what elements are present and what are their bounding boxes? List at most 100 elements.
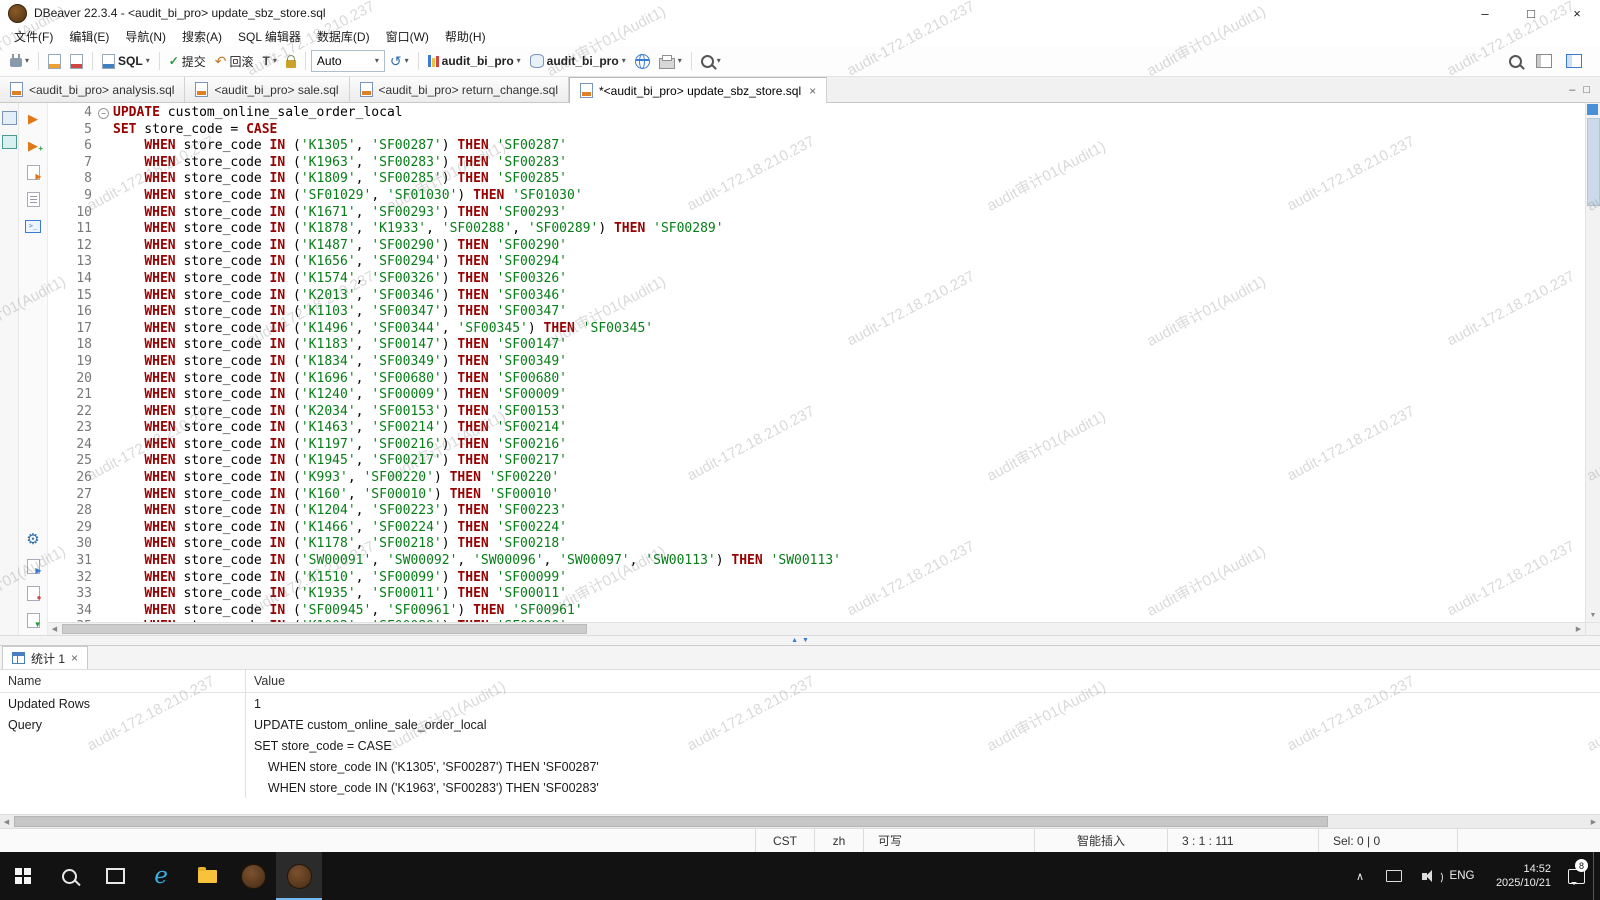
menu-item[interactable]: 编辑(E) xyxy=(61,26,117,46)
rollback-button[interactable]: ↶ 回滚 xyxy=(211,49,258,73)
taskbar-dbeaver-button[interactable] xyxy=(230,852,276,900)
show-desktop-button[interactable] xyxy=(1593,852,1600,900)
new-connection-button[interactable]: ▾ xyxy=(6,49,33,73)
code-line[interactable]: 27 WHEN store_code IN ('K160', 'SF00010'… xyxy=(48,487,1585,504)
transaction-log-button[interactable]: ↺ ▾ xyxy=(386,49,413,73)
taskbar-search-button[interactable] xyxy=(46,852,92,900)
tray-volume-button[interactable] xyxy=(1411,852,1445,900)
code-line[interactable]: 15 WHEN store_code IN ('K2013', 'SF00346… xyxy=(48,288,1585,305)
code-area[interactable]: 4−UPDATE custom_online_sale_order_local5… xyxy=(48,103,1585,622)
code-line[interactable]: 31 WHEN store_code IN ('SW00091', 'SW000… xyxy=(48,553,1585,570)
sash-collapse-down-icon[interactable]: ▼ xyxy=(802,637,809,644)
code-line[interactable]: 24 WHEN store_code IN ('K1197', 'SF00216… xyxy=(48,437,1585,454)
transaction-mode-button[interactable]: T ▾ xyxy=(259,49,281,73)
save-script-button[interactable]: ● xyxy=(23,584,43,602)
network-profile-button[interactable] xyxy=(631,49,654,73)
code-line[interactable]: 19 WHEN store_code IN ('K1834', 'SF00349… xyxy=(48,354,1585,371)
export-result-button[interactable]: ▶ xyxy=(23,557,43,575)
stats-row[interactable]: WHEN store_code IN ('K1963', 'SF00283') … xyxy=(0,777,1600,798)
sql-terminal-button[interactable]: >_ xyxy=(23,217,43,235)
print-button[interactable]: ▾ xyxy=(655,49,686,73)
scroll-right-icon[interactable]: ▶ xyxy=(1572,623,1585,635)
editor-tab[interactable]: <audit_bi_pro> sale.sql xyxy=(185,77,349,102)
code-line[interactable]: 28 WHEN store_code IN ('K1204', 'SF00223… xyxy=(48,503,1585,520)
scroll-right-icon[interactable]: ▶ xyxy=(1587,815,1600,828)
stats-row[interactable]: QueryUPDATE custom_online_sale_order_loc… xyxy=(0,714,1600,735)
read-only-toggle-button[interactable] xyxy=(282,49,300,73)
taskbar-dbeaver-active-button[interactable] xyxy=(276,852,322,900)
menu-item[interactable]: 导航(N) xyxy=(117,26,174,46)
projects-view-icon[interactable] xyxy=(2,135,17,149)
open-sql-script-button[interactable] xyxy=(44,49,65,73)
stats-row[interactable]: SET store_code = CASE xyxy=(0,735,1600,756)
schema-selector[interactable]: audit_bi_pro ▾ xyxy=(526,49,630,73)
code-line[interactable]: 29 WHEN store_code IN ('K1466', 'SF00224… xyxy=(48,520,1585,537)
code-line[interactable]: 5SET store_code = CASE xyxy=(48,122,1585,139)
connection-selector[interactable]: audit_bi_pro ▾ xyxy=(424,49,525,73)
view-maximize-icon[interactable]: □ xyxy=(1583,84,1590,96)
tray-display-button[interactable] xyxy=(1377,852,1411,900)
scroll-down-icon[interactable]: ▼ xyxy=(1586,609,1600,622)
taskbar-clock[interactable]: 14:52 2025/10/21 xyxy=(1479,852,1559,900)
maximize-button[interactable]: □ xyxy=(1508,0,1554,26)
code-line[interactable]: 20 WHEN store_code IN ('K1696', 'SF00680… xyxy=(48,371,1585,388)
panel-scrollbar-thumb[interactable] xyxy=(14,816,1328,827)
task-view-button[interactable] xyxy=(92,852,138,900)
menu-item[interactable]: 数据库(D) xyxy=(309,26,378,46)
execute-script-button[interactable]: ▶ xyxy=(23,163,43,181)
execute-statement-button[interactable]: ▶ xyxy=(23,109,43,127)
menu-item[interactable]: 帮助(H) xyxy=(437,26,494,46)
code-line[interactable]: 25 WHEN store_code IN ('K1945', 'SF00217… xyxy=(48,453,1585,470)
panel-horizontal-scrollbar[interactable]: ◀ ▶ xyxy=(0,814,1600,828)
column-header-value[interactable]: Value xyxy=(246,670,1600,692)
horizontal-scrollbar[interactable]: ◀ ▶ xyxy=(48,622,1585,635)
commit-mode-combo[interactable]: Auto ▾ xyxy=(311,50,385,72)
statistics-tab[interactable]: 统计 1 × xyxy=(2,646,88,669)
code-line[interactable]: 11 WHEN store_code IN ('K1878', 'K1933',… xyxy=(48,221,1585,238)
code-line[interactable]: 7 WHEN store_code IN ('K1963', 'SF00283'… xyxy=(48,155,1585,172)
execute-new-tab-button[interactable]: ▶ + xyxy=(23,136,43,154)
panel-sash[interactable]: ▲ ▼ xyxy=(0,635,1600,646)
code-line[interactable]: 4−UPDATE custom_online_sale_order_local xyxy=(48,105,1585,122)
fold-collapse-icon[interactable]: − xyxy=(98,108,109,119)
code-line[interactable]: 10 WHEN store_code IN ('K1671', 'SF00293… xyxy=(48,205,1585,222)
code-line[interactable]: 34 WHEN store_code IN ('SF00945', 'SF009… xyxy=(48,603,1585,620)
scroll-left-icon[interactable]: ◀ xyxy=(0,815,13,828)
code-line[interactable]: 21 WHEN store_code IN ('K1240', 'SF00009… xyxy=(48,387,1585,404)
explain-plan-button[interactable] xyxy=(23,190,43,208)
tab-close-icon[interactable]: × xyxy=(71,651,78,665)
action-center-button[interactable]: 8 xyxy=(1559,852,1593,900)
code-line[interactable]: 17 WHEN store_code IN ('K1496', 'SF00344… xyxy=(48,321,1585,338)
quick-search-button[interactable] xyxy=(1505,49,1526,73)
code-line[interactable]: 6 WHEN store_code IN ('K1305', 'SF00287'… xyxy=(48,138,1585,155)
vertical-scrollbar[interactable]: ▼ xyxy=(1585,103,1600,622)
close-button[interactable]: × xyxy=(1554,0,1600,26)
code-line[interactable]: 32 WHEN store_code IN ('K1510', 'SF00099… xyxy=(48,570,1585,587)
start-button[interactable] xyxy=(0,852,46,900)
menu-item[interactable]: 搜索(A) xyxy=(174,26,230,46)
code-line[interactable]: 14 WHEN store_code IN ('K1574', 'SF00326… xyxy=(48,271,1585,288)
menu-item[interactable]: SQL 编辑器 xyxy=(230,26,309,46)
language-indicator[interactable]: ENG xyxy=(1445,852,1479,900)
open-script-file-button[interactable]: ▼ xyxy=(23,611,43,629)
commit-button[interactable]: ✓ 提交 xyxy=(165,49,210,73)
column-header-name[interactable]: Name xyxy=(0,670,246,692)
menu-item[interactable]: 文件(F) xyxy=(6,26,61,46)
open-perspective-button[interactable] xyxy=(1532,49,1556,73)
editor-tab[interactable]: <audit_bi_pro> return_change.sql xyxy=(350,77,569,102)
code-line[interactable]: 30 WHEN store_code IN ('K1178', 'SF00218… xyxy=(48,536,1585,553)
tray-expand-button[interactable]: ∧ xyxy=(1343,852,1377,900)
code-line[interactable]: 16 WHEN store_code IN ('K1103', 'SF00347… xyxy=(48,304,1585,321)
menu-item[interactable]: 窗口(W) xyxy=(378,26,437,46)
code-line[interactable]: 9 WHEN store_code IN ('SF01029', 'SF0103… xyxy=(48,188,1585,205)
code-line[interactable]: 12 WHEN store_code IN ('K1487', 'SF00290… xyxy=(48,238,1585,255)
new-sql-editor-button[interactable]: SQL ▾ xyxy=(98,49,154,73)
code-line[interactable]: 33 WHEN store_code IN ('K1935', 'SF00011… xyxy=(48,586,1585,603)
code-line[interactable]: 13 WHEN store_code IN ('K1656', 'SF00294… xyxy=(48,254,1585,271)
code-line[interactable]: 26 WHEN store_code IN ('K993', 'SF00220'… xyxy=(48,470,1585,487)
tab-close-icon[interactable]: × xyxy=(809,84,816,98)
code-line[interactable]: 8 WHEN store_code IN ('K1809', 'SF00285'… xyxy=(48,171,1585,188)
view-minimize-icon[interactable]: – xyxy=(1569,84,1575,96)
database-navigator-icon[interactable] xyxy=(2,111,17,125)
stats-row[interactable]: WHEN store_code IN ('K1305', 'SF00287') … xyxy=(0,756,1600,777)
